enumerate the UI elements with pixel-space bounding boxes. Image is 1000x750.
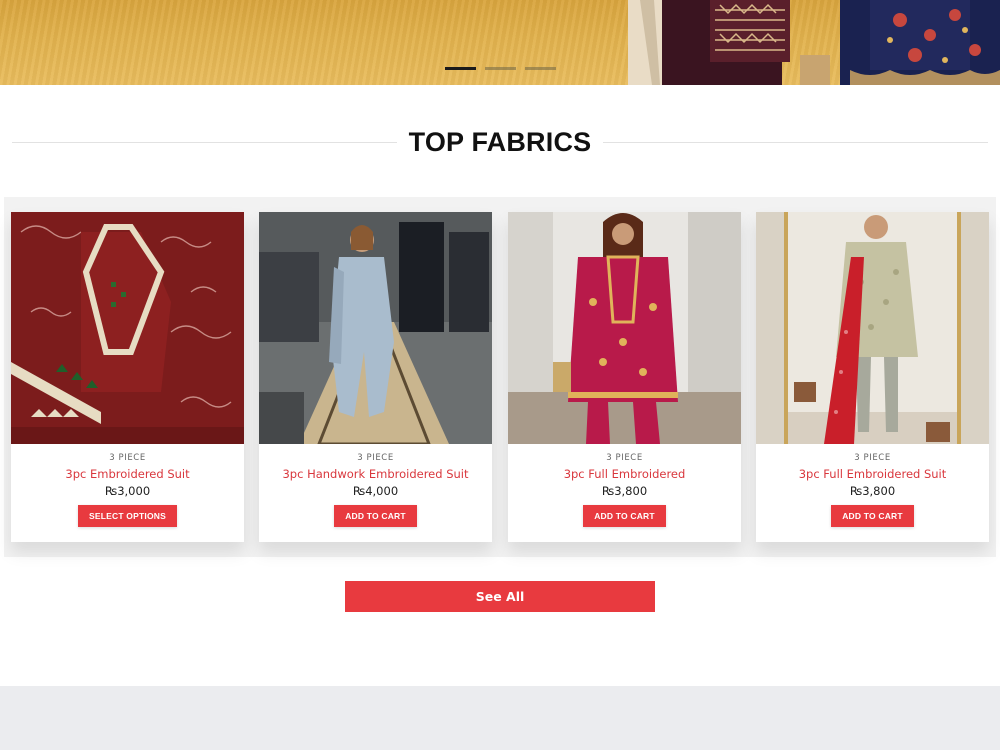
product-card: 3 PIECE 3pc Full Embroidered ₨3,800 ADD … <box>508 212 741 542</box>
product-price: ₨4,000 <box>352 484 399 498</box>
product-price: ₨3,000 <box>104 484 151 498</box>
product-card: 3 PIECE 3pc Handwork Embroidered Suit ₨4… <box>259 212 492 542</box>
product-2-photo <box>259 212 492 444</box>
slider-dot-1[interactable] <box>445 67 476 70</box>
select-options-button[interactable]: SELECT OPTIONS <box>78 505 177 527</box>
product-title-link[interactable]: 3pc Embroidered Suit <box>11 467 244 481</box>
product-image[interactable] <box>756 212 989 444</box>
product-card: 3 PIECE 3pc Embroidered Suit ₨3,000 SELE… <box>11 212 244 542</box>
product-image[interactable] <box>508 212 741 444</box>
product-card: 3 PIECE 3pc Full Embroidered Suit ₨3,800… <box>756 212 989 542</box>
section-title: TOP FABRICS <box>408 126 592 157</box>
product-category: 3 PIECE <box>606 453 643 463</box>
product-4-photo <box>756 212 989 444</box>
product-3-photo <box>508 212 741 444</box>
product-category: 3 PIECE <box>854 453 891 463</box>
section-heading: TOP FABRICS <box>12 124 988 160</box>
product-title-link[interactable]: 3pc Full Embroidered Suit <box>756 467 989 481</box>
product-meta: 3 PIECE 3pc Full Embroidered ₨3,800 ADD … <box>508 452 741 527</box>
footer-band <box>0 686 1000 750</box>
product-category: 3 PIECE <box>357 453 394 463</box>
add-to-cart-button[interactable]: ADD TO CART <box>583 505 666 527</box>
product-meta: 3 PIECE 3pc Full Embroidered Suit ₨3,800… <box>756 452 989 527</box>
hero-models-image <box>628 0 1000 85</box>
add-to-cart-button[interactable]: ADD TO CART <box>334 505 417 527</box>
product-image[interactable] <box>259 212 492 444</box>
product-meta: 3 PIECE 3pc Handwork Embroidered Suit ₨4… <box>259 452 492 527</box>
see-all-button[interactable]: See All <box>345 581 655 612</box>
product-price: ₨3,800 <box>849 484 896 498</box>
heading-divider-left <box>12 141 397 143</box>
slider-dot-2[interactable] <box>485 67 516 70</box>
heading-divider-right <box>603 141 988 143</box>
product-1-photo <box>11 212 244 444</box>
slider-dot-3[interactable] <box>525 67 556 70</box>
product-title-link[interactable]: 3pc Full Embroidered <box>508 467 741 481</box>
product-category: 3 PIECE <box>109 453 146 463</box>
product-meta: 3 PIECE 3pc Embroidered Suit ₨3,000 SELE… <box>11 452 244 527</box>
product-title-link[interactable]: 3pc Handwork Embroidered Suit <box>259 467 492 481</box>
product-image[interactable] <box>11 212 244 444</box>
hero-banner <box>0 0 1000 85</box>
slider-dots <box>445 67 556 70</box>
product-price: ₨3,800 <box>601 484 648 498</box>
add-to-cart-button[interactable]: ADD TO CART <box>831 505 914 527</box>
